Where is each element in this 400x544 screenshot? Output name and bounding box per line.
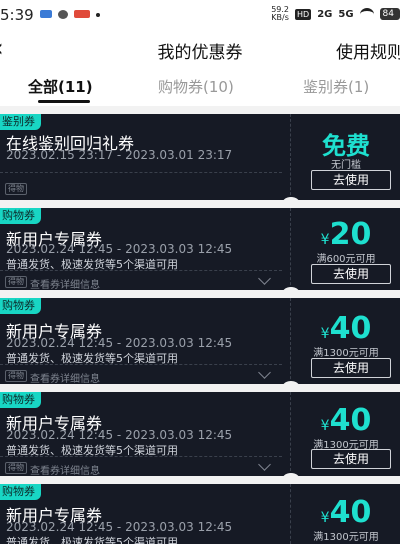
coupon-detail-link[interactable]: 查看券详细信息 (30, 276, 100, 290)
usage-rules-link[interactable]: 使用规则 (336, 38, 400, 63)
coupon-detail-link[interactable]: 查看券详细信息 (30, 370, 100, 384)
coupon-amount: 40 (329, 403, 372, 438)
status-right: 59.2 KB/s HD 2G 5G 84 (271, 6, 400, 22)
divider (0, 172, 282, 173)
coupon-validity: 2023.02.24 12:45 - 2023.03.03 12:45 (6, 428, 233, 442)
use-coupon-button[interactable]: 去使用 (311, 449, 391, 469)
vertical-divider (290, 298, 291, 384)
vertical-divider (290, 392, 291, 476)
platform-badge: 得物 (5, 276, 27, 288)
chevron-down-icon[interactable] (258, 458, 271, 471)
divider (0, 456, 282, 457)
signal-2g-icon: 2G (317, 8, 333, 20)
notification-icons (40, 10, 100, 19)
chevron-down-icon[interactable] (258, 366, 271, 379)
card-gap (0, 384, 400, 392)
coupon-value: ¥20 (300, 220, 392, 250)
signal-5g-icon: 5G (338, 8, 354, 20)
status-time: 5:39 (0, 6, 34, 24)
platform-badge: 得物 (5, 462, 27, 474)
divider (0, 270, 282, 271)
app-notification-icon (74, 10, 90, 18)
nav-bar: ‹ 我的优惠券 使用规则 (0, 30, 400, 66)
coupon-condition: 无门槛 (331, 160, 361, 171)
use-coupon-button[interactable]: 去使用 (311, 264, 391, 284)
vertical-divider (290, 484, 291, 544)
coupon-amount: 20 (329, 217, 372, 252)
coupon-validity: 2023.02.24 12:45 - 2023.03.03 12:45 (6, 242, 233, 256)
net-speed: 59.2 KB/s (271, 6, 289, 22)
card-gap (0, 476, 400, 484)
coupon-detail-link[interactable]: 查看券详细信息 (30, 462, 100, 476)
coupon-value: ¥40 (300, 498, 392, 528)
coupon-type-tag: 购物券 (0, 298, 41, 314)
coupon-validity: 2023.02.24 12:45 - 2023.03.03 12:45 (6, 520, 233, 534)
app-notification-icon (40, 10, 52, 18)
coupon-validity: 2023.02.15 23:17 - 2023.03.01 23:17 (6, 148, 233, 162)
platform-badge: 得物 (5, 370, 27, 382)
coupon-value: ¥40 (300, 314, 392, 344)
coupon-type-tag: 购物券 (0, 484, 41, 500)
coupon-validity: 2023.02.24 12:45 - 2023.03.03 12:45 (6, 336, 233, 350)
status-bar: 5:39 59.2 KB/s HD 2G 5G 84 (0, 0, 400, 30)
active-tab-indicator (38, 100, 90, 103)
chevron-down-icon[interactable] (258, 272, 271, 285)
card-gap (0, 290, 400, 298)
coupon-card: 鉴别券 在线鉴别回归礼券 2023.02.15 23:17 - 2023.03.… (0, 114, 400, 200)
net-speed-unit: KB/s (271, 13, 289, 22)
coupon-condition: 满600元可用 (316, 254, 376, 265)
divider (0, 364, 282, 365)
coupon-type-tag: 购物券 (0, 208, 41, 224)
coupon-type-tag: 鉴别券 (0, 114, 41, 130)
vertical-divider (290, 208, 291, 290)
coupon-amount: 40 (329, 495, 372, 530)
battery-icon: 84 (379, 8, 400, 20)
tab-authentication[interactable]: 鉴别券(1) (303, 76, 369, 97)
coupon-amount: 40 (329, 311, 372, 346)
coupon-value: ¥40 (300, 406, 392, 436)
tab-all[interactable]: 全部(11) (28, 76, 93, 97)
coupon-type-tag: 购物券 (0, 392, 41, 408)
vertical-divider (290, 114, 291, 200)
coupon-card: 购物券 新用户专属券 2023.02.24 12:45 - 2023.03.03… (0, 484, 400, 544)
platform-badge: 得物 (5, 183, 27, 195)
coupon-card: 购物券 新用户专属券 2023.02.24 12:45 - 2023.03.03… (0, 298, 400, 384)
currency-symbol: ¥ (320, 418, 330, 434)
currency-symbol: ¥ (320, 232, 330, 248)
coupon-tabs: 全部(11) 购物券(10) 鉴别券(1) (0, 66, 400, 106)
hd-badge: HD (295, 8, 312, 20)
card-gap (0, 200, 400, 208)
use-coupon-button[interactable]: 去使用 (311, 170, 391, 190)
currency-symbol: ¥ (320, 510, 330, 526)
currency-symbol: ¥ (320, 326, 330, 342)
tab-shopping[interactable]: 购物券(10) (158, 76, 234, 97)
use-coupon-button[interactable]: 去使用 (311, 358, 391, 378)
wifi-icon (359, 7, 374, 21)
coupon-card: 购物券 新用户专属券 2023.02.24 12:45 - 2023.03.03… (0, 392, 400, 476)
coupon-card: 购物券 新用户专属券 2023.02.24 12:45 - 2023.03.03… (0, 208, 400, 290)
more-dot-icon (96, 13, 100, 17)
message-icon (58, 10, 68, 19)
coupon-condition: 满1300元可用 (313, 348, 379, 359)
